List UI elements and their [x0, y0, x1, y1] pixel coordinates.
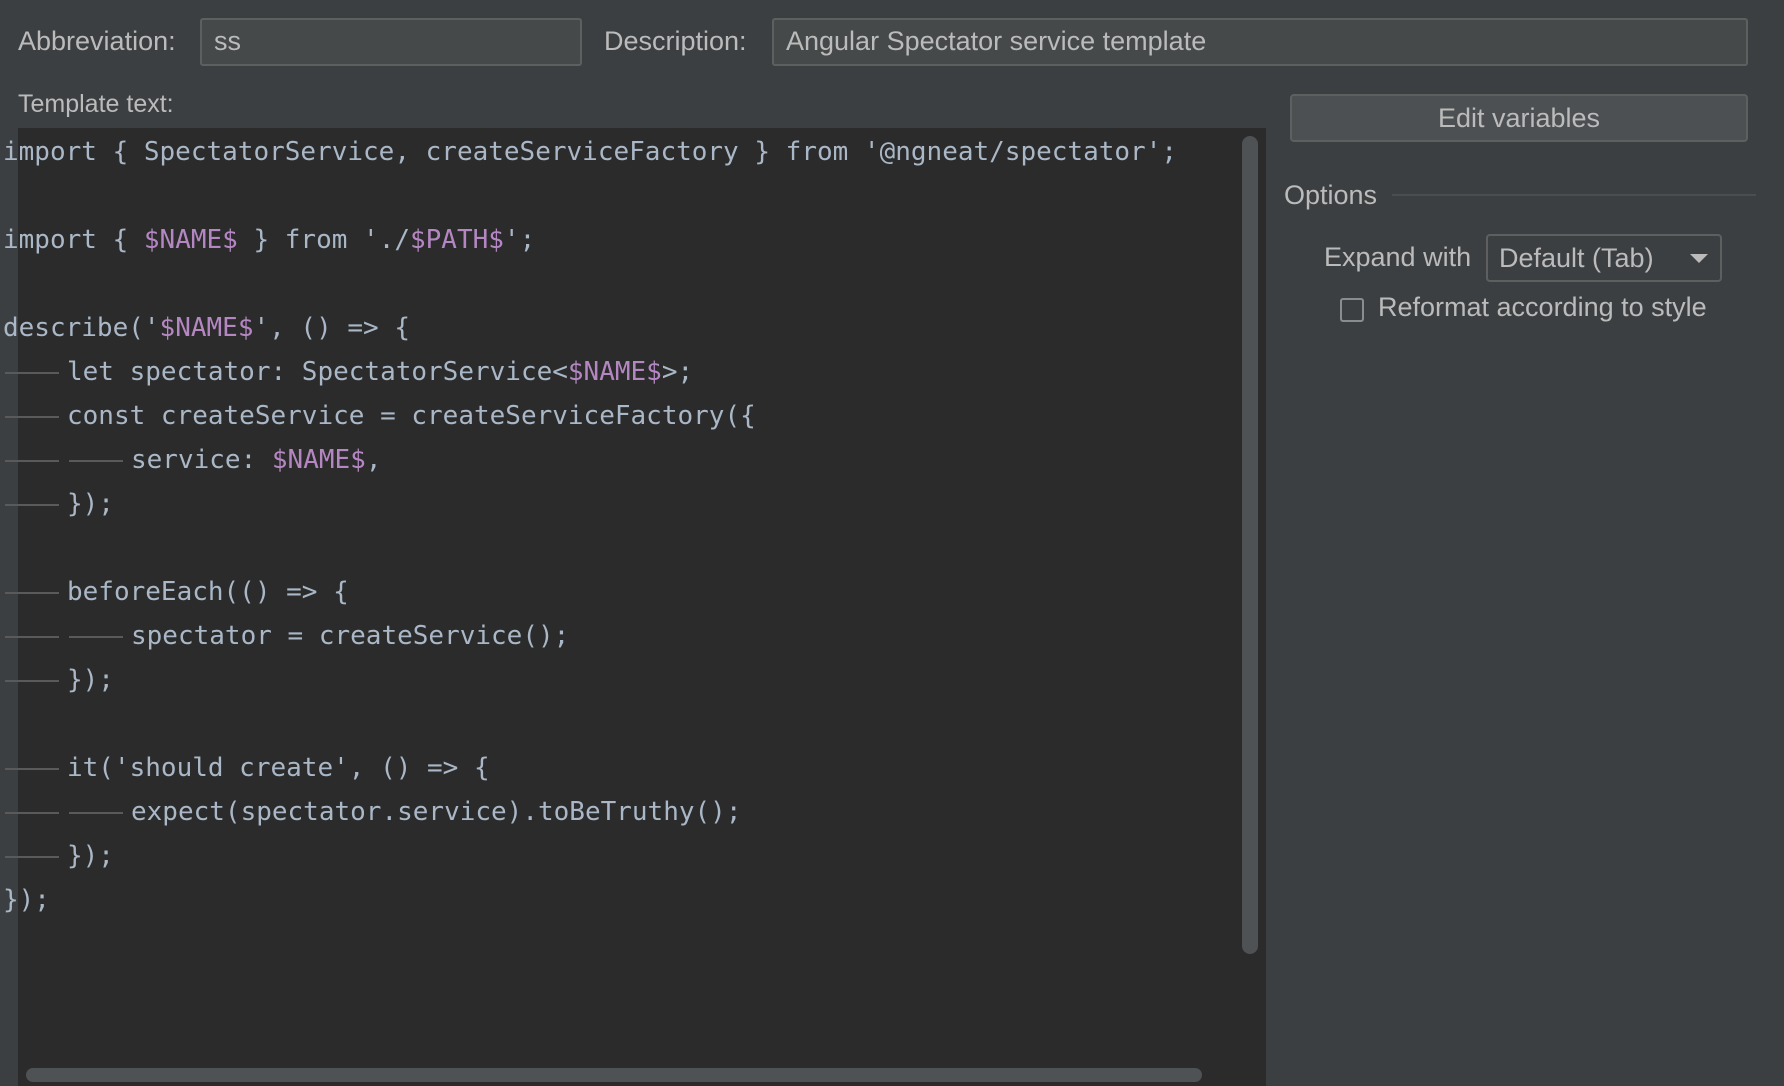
code-token: it('should create', () => {	[67, 753, 490, 783]
code-token: });	[67, 841, 114, 871]
code-token: service:	[131, 445, 272, 475]
reformat-label[interactable]: Reformat according to style	[1378, 292, 1707, 323]
template-variable: $NAME$	[271, 445, 366, 475]
code-line: spectator = createService();	[3, 614, 569, 658]
template-variable: $PATH$	[410, 225, 504, 255]
options-heading: Options	[1284, 180, 1378, 210]
tab-indent-marker	[3, 614, 67, 658]
code-line: });	[3, 658, 114, 702]
chevron-down-icon	[1690, 254, 1708, 263]
options-separator	[1392, 194, 1756, 196]
horizontal-scrollbar-thumb[interactable]	[26, 1068, 1202, 1082]
code-line: });	[3, 834, 114, 878]
template-code[interactable]: import { SpectatorService, createService…	[3, 130, 1233, 1060]
template-variable: $NAME$	[567, 357, 662, 387]
code-token: import { SpectatorService, createService…	[3, 137, 1177, 167]
code-line: it('should create', () => {	[3, 746, 490, 790]
tab-indent-marker	[67, 790, 131, 834]
expand-with-select[interactable]: Default (Tab)	[1486, 234, 1722, 282]
code-line: });	[3, 878, 50, 922]
code-token: ';	[503, 225, 536, 255]
tab-indent-marker	[3, 350, 67, 394]
code-line: beforeEach(() => {	[3, 570, 349, 614]
code-line: import { $NAME$ } from './$PATH$';	[3, 218, 535, 262]
tab-indent-marker	[3, 438, 67, 482]
template-variable: $NAME$	[159, 313, 254, 343]
code-token: } from './	[237, 225, 410, 255]
code-line: const createService = createServiceFacto…	[3, 394, 756, 438]
code-token: });	[3, 885, 50, 915]
code-line: service: $NAME$,	[3, 438, 381, 482]
expand-with-label: Expand with	[1324, 242, 1472, 272]
code-token: let spectator: SpectatorService<	[67, 357, 568, 387]
code-line: describe('$NAME$', () => {	[3, 306, 410, 350]
code-token: describe('	[3, 313, 160, 343]
description-label: Description:	[604, 26, 747, 56]
code-line: let spectator: SpectatorService<$NAME$>;	[3, 350, 693, 394]
tab-indent-marker	[3, 746, 67, 790]
code-token: expect(spectator.service).toBeTruthy();	[131, 797, 742, 827]
code-line: });	[3, 482, 114, 526]
expand-with-value: Default (Tab)	[1499, 243, 1654, 273]
code-line: import { SpectatorService, createService…	[3, 130, 1177, 174]
tab-indent-marker	[3, 658, 67, 702]
tab-indent-marker	[3, 482, 67, 526]
template-text-label: Template text:	[18, 90, 174, 118]
template-variable: $NAME$	[143, 225, 238, 255]
tab-indent-marker	[3, 834, 67, 878]
code-token: >;	[661, 357, 694, 387]
code-line: expect(spectator.service).toBeTruthy();	[3, 790, 741, 834]
live-template-editor: Abbreviation: ss Description: Angular Sp…	[0, 0, 1784, 1086]
edit-variables-button[interactable]: Edit variables	[1290, 94, 1748, 142]
code-token: ', () => {	[253, 313, 411, 343]
code-token: });	[67, 665, 114, 695]
code-token: const createService = createServiceFacto…	[67, 401, 756, 431]
reformat-checkbox[interactable]	[1340, 298, 1364, 322]
code-token: beforeEach(() => {	[67, 577, 349, 607]
tab-indent-marker	[67, 614, 131, 658]
vertical-scrollbar-thumb[interactable]	[1242, 136, 1258, 954]
abbreviation-label: Abbreviation:	[18, 26, 176, 56]
code-token: ,	[365, 445, 382, 475]
description-input[interactable]: Angular Spectator service template	[772, 18, 1748, 66]
code-token: import {	[3, 225, 144, 255]
tab-indent-marker	[3, 570, 67, 614]
tab-indent-marker	[3, 394, 67, 438]
code-token: });	[67, 489, 114, 519]
tab-indent-marker	[3, 790, 67, 834]
abbreviation-input[interactable]: ss	[200, 18, 582, 66]
tab-indent-marker	[67, 438, 131, 482]
code-token: spectator = createService();	[131, 621, 570, 651]
